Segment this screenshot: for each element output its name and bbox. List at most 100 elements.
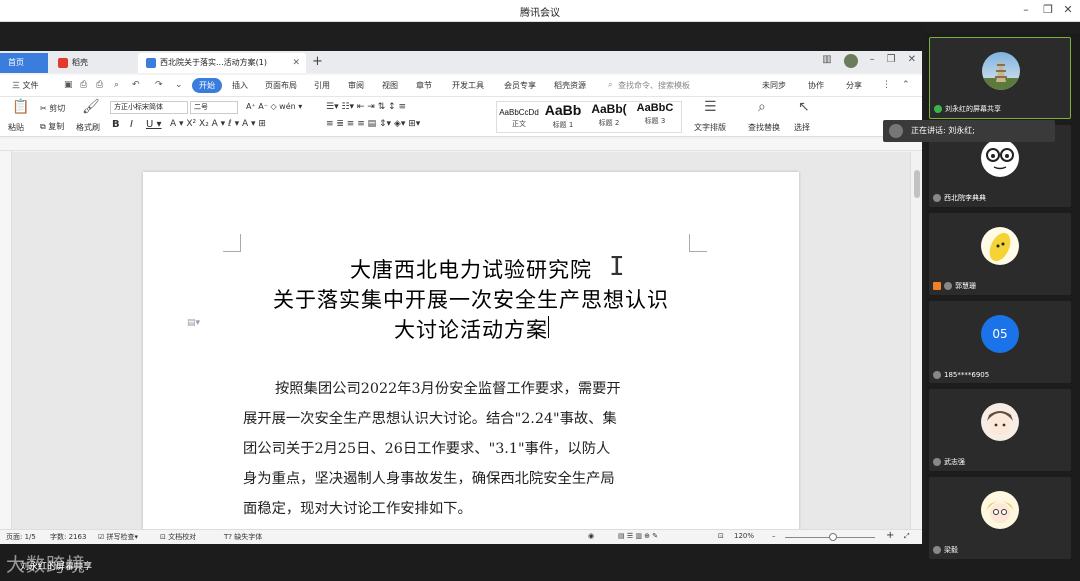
new-tab-icon[interactable]: + <box>312 53 323 71</box>
tab-home[interactable]: 首页 <box>0 53 48 73</box>
top-gap <box>0 22 925 51</box>
print-icon[interactable]: ⎙ <box>96 80 103 90</box>
style-normal[interactable]: AaBbCcDd 正文 <box>499 102 539 129</box>
menu-review[interactable]: 审阅 <box>348 80 364 91</box>
list-icons[interactable]: ☰▾ ☷▾ ⇤ ⇥ ⇅ ↕ ≡ <box>326 102 406 112</box>
missing-font[interactable]: T? 缺失字体 <box>224 532 262 542</box>
menu-chapter[interactable]: 章节 <box>416 80 432 91</box>
menu-page-layout[interactable]: 页面布局 <box>265 80 297 91</box>
doc-check[interactable]: ⊡ 文档校对 <box>160 532 196 542</box>
ibeam-cursor-icon: I <box>609 252 625 282</box>
align-icons[interactable]: ≡ ≣ ≡ ≡ ▤ ⇕▾ ◈▾ ⊞▾ <box>326 119 420 129</box>
text-layout-icon[interactable]: ☰ <box>704 99 717 115</box>
share-button[interactable]: 分享 <box>846 80 862 91</box>
tab-current-document[interactable]: 西北院关于落实...活动方案(1) ✕ <box>138 53 306 73</box>
copy-button[interactable]: ⧉ 复制 <box>40 121 64 132</box>
bold-icon[interactable]: B <box>112 119 120 130</box>
zoom-in-icon[interactable]: + <box>886 530 894 541</box>
more-icon[interactable]: ⌄ <box>175 80 183 90</box>
menu-docer-resources[interactable]: 稻壳资源 <box>554 80 586 91</box>
paste-button[interactable]: 粘贴 <box>8 122 24 133</box>
mic-muted-icon <box>933 458 941 466</box>
redo-icon[interactable]: ↷ <box>155 80 163 90</box>
menu-insert[interactable]: 插入 <box>232 80 248 91</box>
doc-title-line-2: 关于落实集中开展一次安全生产思想认识 <box>273 288 669 312</box>
document-page[interactable]: 大唐西北电力试验研究院 关于落实集中开展一次安全生产思想认识 大讨论活动方案 I… <box>143 172 799 544</box>
user-icon <box>933 282 941 290</box>
page-indicator[interactable]: 页面: 1/5 <box>6 532 36 542</box>
spell-check[interactable]: ☑ 拼写检查▾ <box>98 532 138 542</box>
format-painter-button[interactable]: 格式刷 <box>76 122 100 133</box>
underline-icon[interactable]: U ▾ <box>146 119 162 130</box>
participant-tile[interactable]: 刘永红的屏幕共享 <box>929 37 1071 119</box>
find-replace-icon[interactable]: ⌕ <box>758 99 766 115</box>
view-mode-icons[interactable]: ▤ ☰ ▥ ⊕ ✎ <box>618 532 658 540</box>
minimize-icon[interactable]: – <box>1016 3 1036 16</box>
collab-button[interactable]: 协作 <box>808 80 824 91</box>
more-options-icon[interactable]: ⋮ <box>882 80 891 90</box>
doc-title-line-3: 大讨论活动方案 <box>394 318 548 342</box>
speaker-avatar <box>889 124 903 138</box>
layout-icon[interactable]: ▥ <box>822 54 831 70</box>
blond-cartoon-avatar <box>981 491 1019 529</box>
menu-file[interactable]: 三 文件 <box>12 80 39 91</box>
text-layout-button[interactable]: 文字排版 <box>694 122 726 133</box>
paste-icon[interactable]: 📋 <box>12 99 29 115</box>
font-effects-icon[interactable]: A ▾ X² X₂ A ▾ ℓ ▾ A ▾ ⊞ <box>170 119 266 129</box>
font-name-select[interactable]: 方正小标宋简体 <box>110 101 188 114</box>
style-heading-3[interactable]: AaBbC 标题 3 <box>633 102 677 126</box>
menu-bar: 三 文件 ▣ ⎙ ⎙ ⌕ ↶ ↷ ⌄ 开始 插入 页面布局 引用 审阅 视图 章… <box>0 75 922 97</box>
close-icon[interactable]: ✕ <box>908 54 916 70</box>
find-replace-button[interactable]: 查找替换 <box>748 122 780 133</box>
select-icon[interactable]: ↖ <box>798 99 810 115</box>
participant-tile[interactable]: 梁毅 <box>929 477 1071 559</box>
body-line: 身为重点，坚决遏制人身事故发生，确保西北院安全生产局 <box>243 471 615 487</box>
command-search[interactable]: 查找命令、搜索模板 <box>618 80 690 91</box>
tab-docer[interactable]: 稻壳 <box>50 53 136 73</box>
user-avatar[interactable] <box>843 54 858 68</box>
participant-name: 刘永红的屏幕共享 <box>934 104 1001 114</box>
save-icon[interactable]: ▣ <box>64 80 73 90</box>
word-count[interactable]: 字数: 2163 <box>50 532 86 542</box>
restore-icon[interactable]: ❐ <box>887 54 896 70</box>
restore-icon[interactable]: ❐ <box>1038 3 1058 16</box>
select-button[interactable]: 选择 <box>794 122 810 133</box>
italic-icon[interactable]: I <box>130 119 133 130</box>
menu-member[interactable]: 会员专享 <box>504 80 536 91</box>
menu-view[interactable]: 视图 <box>382 80 398 91</box>
menu-start[interactable]: 开始 <box>192 78 222 93</box>
participant-tile[interactable]: 武志强 <box>929 389 1071 471</box>
participant-tile[interactable]: 05 185****6905 <box>929 301 1071 383</box>
sync-status[interactable]: 未同步 <box>762 80 786 91</box>
horizontal-ruler[interactable] <box>0 139 922 151</box>
wps-writer-window: 首页 稻壳 西北院关于落实...活动方案(1) ✕ + ▥ – ❐ ✕ 三 文件 … <box>0 51 922 544</box>
format-painter-icon[interactable]: 🖌 <box>82 99 100 115</box>
cut-button[interactable]: ✂ 剪切 <box>40 103 65 114</box>
search-icon[interactable]: ⌕ <box>608 80 612 90</box>
menu-developer[interactable]: 开发工具 <box>452 80 484 91</box>
preview-icon[interactable]: ⌕ <box>114 80 119 90</box>
zoom-out-icon[interactable]: – <box>772 532 776 540</box>
participant-tile[interactable]: 郭慧珊 <box>929 213 1071 295</box>
style-heading-2[interactable]: AaBb( 标题 2 <box>587 102 631 128</box>
grow-font-icon[interactable]: A⁺ A⁻ ◇ wén ▾ <box>246 102 302 111</box>
vertical-scrollbar[interactable] <box>910 152 922 531</box>
close-icon[interactable]: ✕ <box>1058 3 1078 16</box>
participant-name: 郭慧珊 <box>933 281 976 291</box>
style-heading-1[interactable]: AaBb 标题 1 <box>541 102 585 130</box>
zoom-slider-knob[interactable] <box>829 533 837 541</box>
fit-icon[interactable]: ⊡ <box>718 532 724 540</box>
paragraph-handle-icon[interactable]: ▤▾ <box>187 318 200 328</box>
vertical-ruler[interactable] <box>0 151 12 531</box>
minimize-icon[interactable]: – <box>870 54 875 70</box>
eye-protect-icon[interactable]: ◉ <box>588 532 594 540</box>
fullscreen-icon[interactable]: ⤢ <box>904 532 910 541</box>
menu-references[interactable]: 引用 <box>314 80 330 91</box>
zoom-level[interactable]: 120% <box>734 532 754 540</box>
font-size-select[interactable]: 二号 <box>190 101 238 114</box>
scroll-thumb[interactable] <box>914 170 920 198</box>
tab-close-icon[interactable]: ✕ <box>292 53 300 73</box>
undo-icon[interactable]: ↶ <box>132 80 140 90</box>
export-icon[interactable]: ⎙ <box>80 80 87 90</box>
collapse-ribbon-icon[interactable]: ⌃ <box>902 80 910 90</box>
